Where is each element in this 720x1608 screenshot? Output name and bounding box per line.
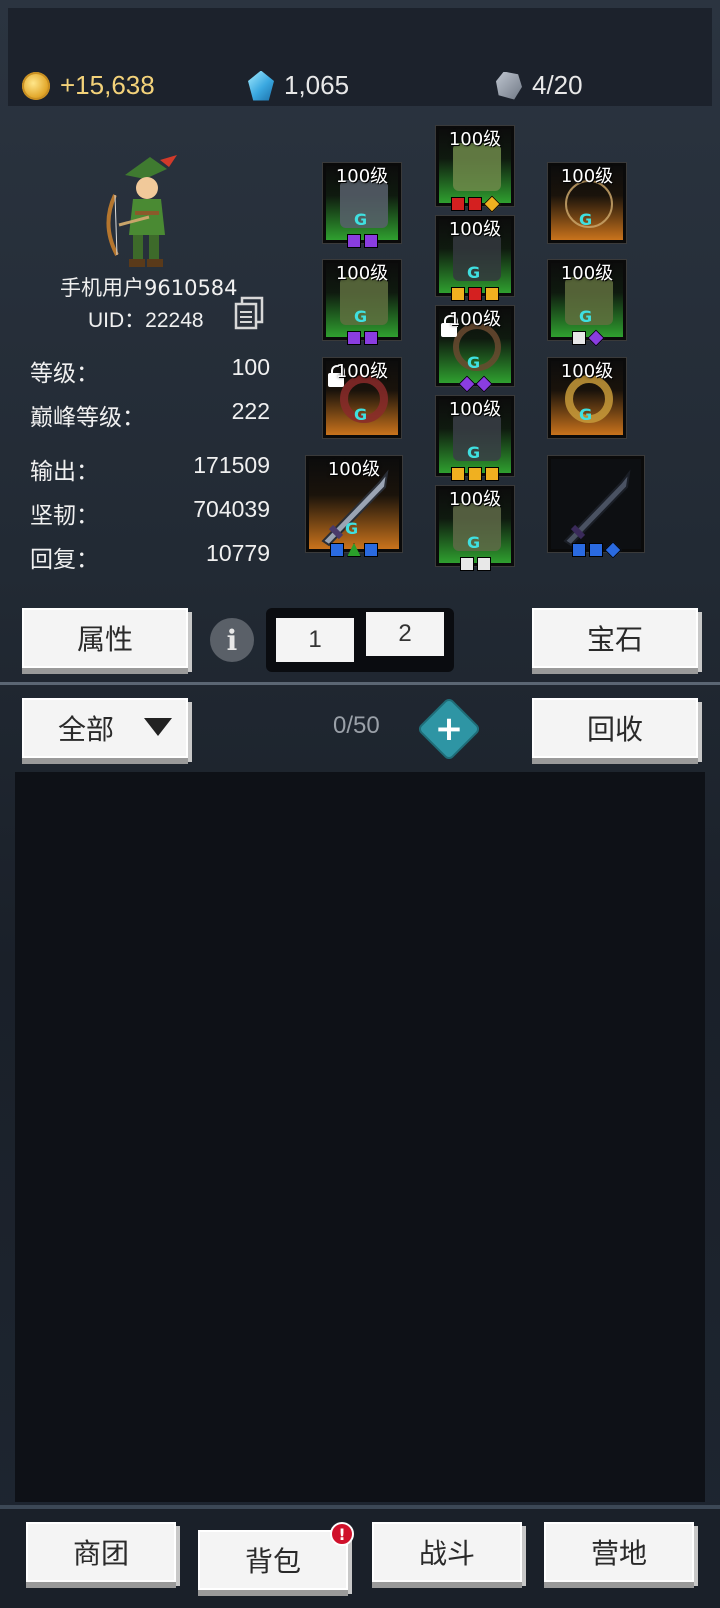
- filter-dropdown[interactable]: 全部: [22, 698, 188, 758]
- nav-backpack-button[interactable]: 背包: [198, 1530, 348, 1590]
- gem-display: 1,065: [248, 70, 349, 101]
- expand-bag-button[interactable]: +: [416, 696, 482, 762]
- socket-row: [326, 331, 398, 345]
- stat-toughness-label: 坚韧：: [30, 503, 99, 529]
- dropdown-arrow-icon: [144, 718, 172, 736]
- gold-coin-icon: [22, 71, 50, 100]
- stat-level-value: 100: [231, 354, 270, 380]
- equip-slot-boots[interactable]: G 100级: [435, 485, 515, 571]
- loadout-page-1-button[interactable]: 1: [276, 618, 354, 662]
- socket-row: [309, 543, 399, 557]
- socket-row: [439, 195, 511, 213]
- player-uid: UID：22248: [88, 309, 204, 332]
- socket-row: [439, 375, 511, 393]
- equip-slot-offhand-weapon[interactable]: [547, 455, 645, 559]
- equip-slot-shoulder[interactable]: G 100级: [322, 162, 402, 248]
- recycle-button[interactable]: 回收: [532, 698, 698, 758]
- stat-toughness-value: 704039: [193, 496, 270, 522]
- equip-slot-ring-right[interactable]: G 100级: [547, 357, 627, 439]
- ore-icon: [496, 71, 522, 100]
- loadout-page-switch: 1 2: [266, 608, 454, 672]
- player-name: 手机用户9610584: [60, 276, 238, 300]
- currency-bar: +15,638 1,065 4/20: [8, 8, 712, 106]
- socket-row: [551, 329, 623, 347]
- loadout-page-2-button[interactable]: 2: [366, 612, 444, 656]
- inventory-grid[interactable]: [15, 772, 705, 1502]
- stat-damage-label: 输出：: [30, 459, 99, 485]
- gold-display: +15,638: [22, 70, 155, 101]
- gem-amount: 1,065: [284, 70, 350, 100]
- equip-slot-necklace[interactable]: G 100级: [547, 162, 627, 244]
- nav-guild-button[interactable]: 商团: [26, 1522, 176, 1582]
- plus-icon: +: [434, 709, 464, 749]
- equip-slot-belt[interactable]: G 100级: [435, 305, 515, 393]
- filter-selected-label: 全部: [58, 713, 115, 746]
- ore-amount: 4/20: [532, 70, 583, 100]
- stat-recovery-label: 回复：: [30, 547, 99, 573]
- gem-icon: [248, 70, 274, 101]
- socket-row: [326, 234, 398, 248]
- attributes-button[interactable]: 属性: [22, 608, 188, 668]
- equip-slot-gloves[interactable]: G 100级: [322, 259, 402, 345]
- equip-slot-bracer[interactable]: G 100级: [547, 259, 627, 347]
- sword-icon: [563, 469, 631, 547]
- stat-peak-level-label: 巅峰等级：: [30, 405, 145, 431]
- info-icon[interactable]: i: [210, 618, 254, 662]
- gems-button[interactable]: 宝石: [532, 608, 698, 668]
- stat-peak-level-value: 222: [231, 398, 270, 424]
- section-divider: [0, 682, 720, 685]
- socket-row: [439, 467, 511, 481]
- nav-camp-button[interactable]: 营地: [544, 1522, 694, 1582]
- equip-slot-main-weapon[interactable]: G 100级: [305, 455, 403, 557]
- socket-row: [439, 287, 511, 301]
- equip-slot-ring-left[interactable]: G 100级: [322, 357, 402, 439]
- stat-damage-value: 171509: [193, 452, 270, 478]
- ore-display: 4/20: [496, 70, 583, 101]
- equip-slot-pants[interactable]: G 100级: [435, 395, 515, 481]
- equip-slot-helmet[interactable]: 100级: [435, 125, 515, 213]
- socket-row: [551, 541, 641, 559]
- equip-slot-chest[interactable]: G 100级: [435, 215, 515, 301]
- stat-level-label: 等级：: [30, 361, 99, 387]
- socket-row: [439, 557, 511, 571]
- copy-icon[interactable]: [234, 296, 264, 330]
- bag-capacity: 0/50: [333, 712, 380, 739]
- stat-recovery-value: 10779: [206, 540, 270, 566]
- gold-amount: +15,638: [60, 70, 155, 100]
- nav-battle-button[interactable]: 战斗: [372, 1522, 522, 1582]
- archer-character-sprite: [106, 155, 177, 267]
- notification-badge: !: [330, 1522, 354, 1546]
